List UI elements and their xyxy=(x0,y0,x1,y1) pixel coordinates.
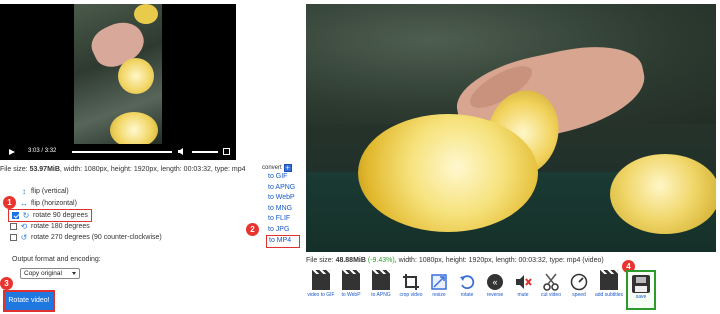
video-frame xyxy=(74,4,162,148)
clapperboard-icon xyxy=(372,270,390,290)
lemon-half-image xyxy=(358,114,538,232)
lemon-half-image xyxy=(610,154,716,234)
reverse-icon: « xyxy=(487,274,503,290)
convert-to-jpg-link[interactable]: to JPG xyxy=(268,225,300,236)
result-toolbar: video to GIF to WebP to APNG crop video … xyxy=(306,270,716,310)
flip-horizontal-icon: ↔ xyxy=(20,199,28,208)
convert-to-apng-link[interactable]: to APNG xyxy=(268,183,300,194)
convert-to-flif-link[interactable]: to FLIF xyxy=(268,214,300,225)
crop-icon xyxy=(403,274,419,290)
rotate-video-button[interactable]: Rotate video! xyxy=(3,290,55,312)
convert-to-webp-link[interactable]: to WebP xyxy=(268,193,300,204)
video-controls: 3:03 / 3:32 xyxy=(0,144,236,160)
convert-header[interactable]: convert + xyxy=(262,164,300,172)
chevron-down-icon xyxy=(72,272,76,275)
volume-slider[interactable] xyxy=(192,151,218,153)
fullscreen-icon[interactable] xyxy=(223,148,230,155)
rotate-90-checkbox[interactable] xyxy=(12,212,19,219)
format-label: Output format and encoding: xyxy=(12,256,101,263)
tool-add-subtitles[interactable]: add subtitles xyxy=(594,270,624,310)
video-time: 3:03 / 3:32 xyxy=(28,148,57,154)
source-video-player[interactable]: 3:03 / 3:32 xyxy=(0,4,236,160)
option-flip-vertical[interactable]: ↕ flip (vertical) xyxy=(10,187,69,196)
option-rotate-180[interactable]: ⟲ rotate 180 degrees xyxy=(10,222,90,231)
rotate-180-checkbox[interactable] xyxy=(10,223,17,230)
step-badge-1: 1 xyxy=(3,196,16,209)
seek-bar[interactable] xyxy=(72,151,172,153)
tool-save[interactable]: save xyxy=(626,270,656,310)
convert-to-gif-link[interactable]: to GIF xyxy=(268,172,300,183)
format-select[interactable]: Copy original xyxy=(20,268,80,279)
play-icon[interactable] xyxy=(9,149,15,155)
clapperboard-icon xyxy=(312,270,330,290)
resize-icon xyxy=(431,274,447,290)
mute-icon xyxy=(516,275,532,289)
rotate-180-icon: ⟲ xyxy=(20,222,28,231)
step-badge-3: 3 xyxy=(0,277,13,290)
rotate-270-icon: ↺ xyxy=(20,233,28,242)
convert-to-mp4-link[interactable]: to MP4 xyxy=(266,235,300,248)
clapperboard-icon xyxy=(342,270,360,290)
rotate-icon xyxy=(460,275,475,290)
result-file-info: File size: 48.88MiB (-9.43%), width: 108… xyxy=(306,257,604,264)
tool-reverse[interactable]: « reverse xyxy=(480,270,510,310)
convert-label: convert xyxy=(262,165,282,171)
tool-mute[interactable]: mute xyxy=(508,270,538,310)
source-file-info: File size: 53.97MiB, width: 1080px, heig… xyxy=(0,166,246,173)
rotate-90-icon: ↻ xyxy=(22,211,30,220)
save-icon xyxy=(632,275,650,293)
lemon-half-image xyxy=(110,112,158,148)
volume-icon[interactable] xyxy=(178,148,186,155)
result-video-preview xyxy=(306,4,716,252)
lemon-slice-image xyxy=(118,58,154,94)
tool-resize[interactable]: resize xyxy=(424,270,454,310)
tool-cut-video[interactable]: cut video xyxy=(536,270,566,310)
option-flip-horizontal[interactable]: ↔ flip (horizontal) xyxy=(10,199,77,208)
tool-to-apng[interactable]: to APNG xyxy=(366,270,396,310)
flip-vertical-icon: ↕ xyxy=(22,187,26,196)
option-rotate-90[interactable]: ↻ rotate 90 degrees xyxy=(8,209,92,222)
option-rotate-270[interactable]: ↺ rotate 270 degrees (90 counter-clockwi… xyxy=(10,233,162,242)
rotate-270-checkbox[interactable] xyxy=(10,234,17,241)
tool-speed[interactable]: speed xyxy=(564,270,594,310)
scissors-icon xyxy=(543,273,559,291)
step-badge-2: 2 xyxy=(246,223,259,236)
tool-crop-video[interactable]: crop video xyxy=(396,270,426,310)
convert-menu: convert + to GIF to APNG to WebP to MNG … xyxy=(262,164,300,248)
lemon-slice-image xyxy=(134,4,158,24)
plus-icon[interactable]: + xyxy=(283,164,292,172)
tool-to-webp[interactable]: to WebP xyxy=(336,270,366,310)
tool-rotate[interactable]: rotate xyxy=(452,270,482,310)
convert-to-mng-link[interactable]: to MNG xyxy=(268,204,300,215)
tool-video-to-gif[interactable]: video to GIF xyxy=(306,270,336,310)
subtitles-icon xyxy=(600,270,618,290)
speed-icon xyxy=(570,273,588,291)
